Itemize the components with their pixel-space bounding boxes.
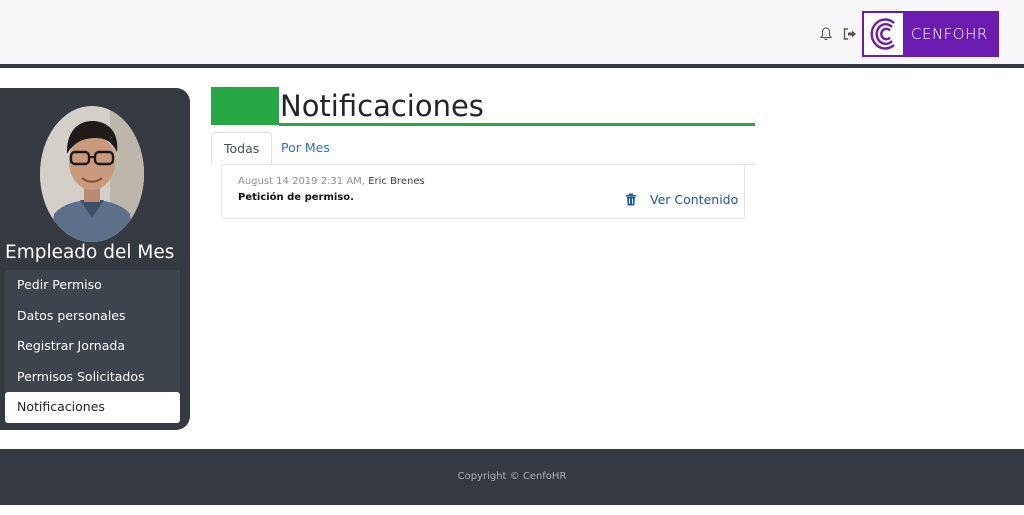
- tab-por-mes[interactable]: Por Mes: [269, 132, 342, 165]
- notification-date: August 14 2019 2:31 AM,: [238, 176, 365, 187]
- view-content-link[interactable]: Ver Contenido: [650, 192, 738, 207]
- page-title: Notificaciones: [280, 89, 484, 123]
- title-underline: [279, 123, 755, 126]
- notification-card: August 14 2019 2:31 AM, Eric Brenes Peti…: [221, 164, 745, 219]
- trash-icon[interactable]: [625, 193, 637, 206]
- brand-name: CENFOHR: [911, 25, 988, 43]
- top-navbar: CENFOHR: [0, 0, 1024, 68]
- sidebar-item-datos-personales[interactable]: Datos personales: [5, 300, 180, 331]
- employee-avatar: [40, 106, 144, 242]
- sidebar-menu: Pedir Permiso Datos personales Registrar…: [5, 270, 180, 423]
- sidebar-item-registrar-jornada[interactable]: Registrar Jornada: [5, 331, 180, 362]
- footer: Copyright © CenfoHR: [0, 449, 1024, 505]
- brand-logo[interactable]: CENFOHR: [862, 11, 999, 57]
- employee-of-month-title: Empleado del Mes: [5, 242, 175, 263]
- tab-todas[interactable]: Todas: [211, 132, 273, 165]
- cenfohr-logo-icon: [864, 13, 903, 55]
- sidebar-item-notificaciones[interactable]: Notificaciones: [5, 392, 180, 423]
- notification-tabs: Todas Por Mes: [211, 132, 755, 165]
- notification-author: Eric Brenes: [368, 176, 425, 187]
- sidebar: Empleado del Mes Pedir Permiso Datos per…: [0, 88, 190, 430]
- sidebar-item-permisos-solicitados[interactable]: Permisos Solicitados: [5, 361, 180, 392]
- bell-icon[interactable]: [818, 26, 834, 42]
- notification-message: Petición de permiso.: [238, 192, 354, 203]
- page-header: Notificaciones: [211, 87, 755, 127]
- accent-block: [211, 87, 279, 125]
- sidebar-item-pedir-permiso[interactable]: Pedir Permiso: [5, 270, 180, 301]
- copyright-text: Copyright © CenfoHR: [457, 471, 567, 482]
- logout-icon[interactable]: [842, 26, 858, 42]
- notification-meta: August 14 2019 2:31 AM, Eric Brenes: [238, 176, 425, 187]
